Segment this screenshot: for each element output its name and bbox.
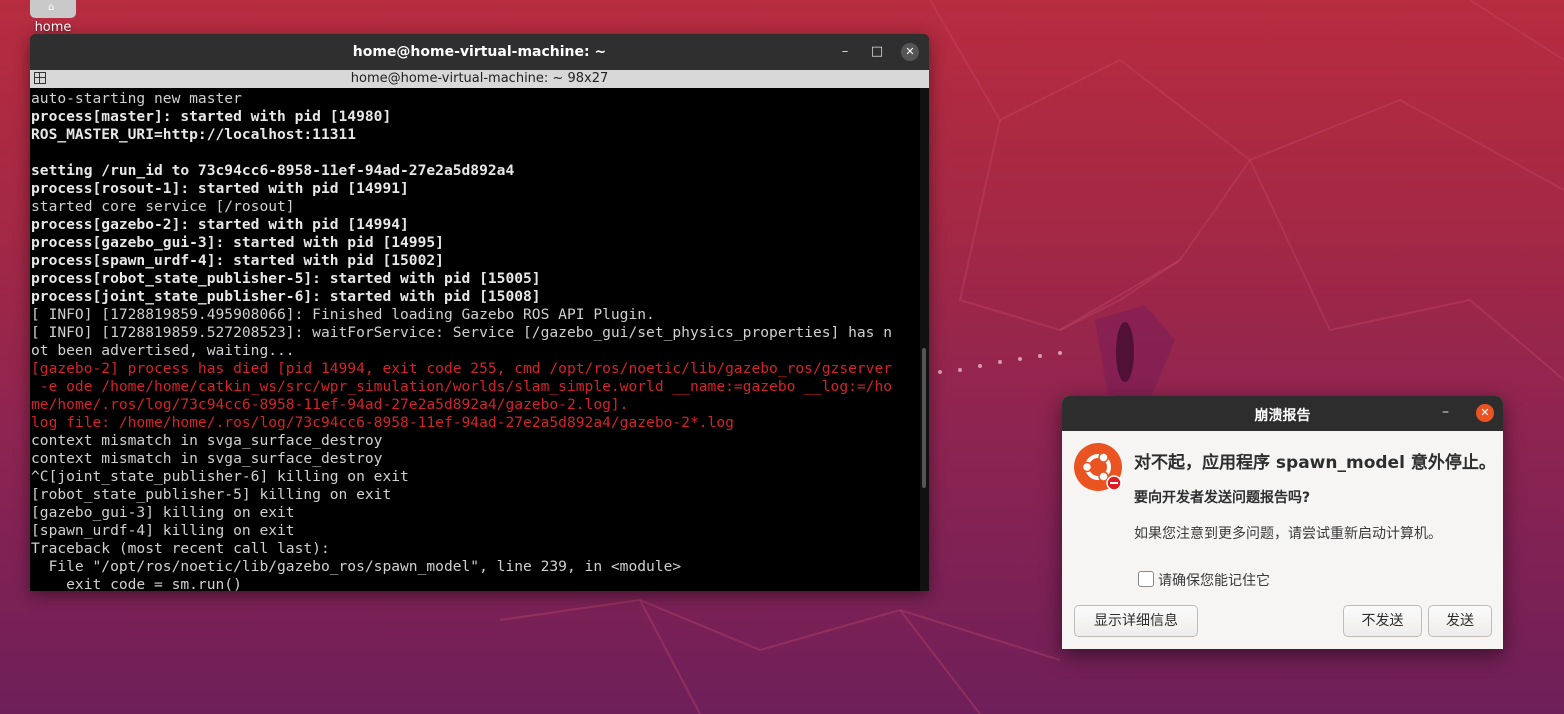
terminal-line: log file: /home/home/.ros/log/73c94cc6-8… [31,414,734,431]
terminal-line: me/home/.ros/log/73c94cc6-8958-11ef-94ad… [31,396,629,413]
terminal-line: [gazebo_gui-3] killing on exit [31,504,295,521]
terminal-line: -e ode /home/home/catkin_ws/src/wpr_simu… [31,378,893,395]
terminal-line: context mismatch in svga_surface_destroy [31,432,383,449]
terminal-line: process[gazebo_gui-3]: started with pid … [31,234,444,251]
terminal-scrollbar[interactable] [920,88,929,591]
terminal-line: auto-starting new master [31,90,242,107]
terminal-output[interactable]: auto-starting new master process[master]:… [30,88,918,591]
dialog-titlebar[interactable]: 崩溃报告 – ✕ [1062,396,1503,431]
terminal-line: process[gazebo-2]: started with pid [149… [31,216,409,233]
remember-checkbox-label[interactable]: 请确保您能记住它 [1158,570,1270,590]
maximize-icon[interactable]: □ [868,43,886,61]
minimize-icon[interactable]: – [836,43,854,61]
terminal-titlebar[interactable]: home@home-virtual-machine: ~ – □ ✕ [30,34,929,70]
terminal-line: ROS_MASTER_URI=http://localhost:11311 [31,126,357,143]
terminal-line: [robot_state_publisher-5] killing on exi… [31,486,392,503]
terminal-line: [gazebo-2] process has died [pid 14994, … [31,360,893,377]
terminal-line: process[rosout-1]: started with pid [149… [31,180,409,197]
home-folder-icon: ⌂ [30,0,76,18]
terminal-line: ot been advertised, waiting... [31,342,295,359]
terminal-line: ^C[joint_state_publisher-6] killing on e… [31,468,409,485]
terminal-line: started core service [/rosout] [31,198,295,215]
terminal-line: process[joint_state_publisher-6]: starte… [31,288,541,305]
terminal-title: home@home-virtual-machine: ~ [352,44,607,60]
close-icon[interactable]: ✕ [1476,404,1494,422]
dont-send-button[interactable]: 不发送 [1343,605,1422,637]
terminal-line: [ INFO] [1728819859.495908066]: Finished… [31,306,655,323]
crash-report-dialog[interactable]: 崩溃报告 – ✕ 对不起，应用程序 spawn_model 意外停止。 要向开发… [1062,396,1503,649]
terminal-size-title: home@home-virtual-machine: ~ 98x27 [350,71,609,86]
desktop-icon-label: home [34,20,72,35]
terminal-line: Traceback (most recent call last): [31,540,330,557]
minimize-icon[interactable]: – [1442,404,1449,420]
terminal-line: [ INFO] [1728819859.527208523]: waitForS… [31,324,893,341]
terminal-line: process[spawn_urdf-4]: started with pid … [31,252,444,269]
terminal-line: [spawn_urdf-4] killing on exit [31,522,295,539]
terminal-window[interactable]: home@home-virtual-machine: ~ – □ ✕ home@… [30,34,929,591]
dialog-hint: 如果您注意到更多问题，请尝试重新启动计算机。 [1134,526,1442,542]
terminal-line: exit_code = sm.run() [31,576,242,591]
scrollbar-thumb[interactable] [922,348,926,488]
terminal-line: File "/opt/ros/noetic/lib/gazebo_ros/spa… [31,558,682,575]
send-button[interactable]: 发送 [1428,605,1492,637]
terminal-line: context mismatch in svga_surface_destroy [31,450,383,467]
dialog-title: 崩溃报告 [1254,408,1311,424]
remember-checkbox[interactable] [1138,571,1154,587]
dialog-heading: 对不起，应用程序 spawn_model 意外停止。 [1134,453,1496,473]
terminal-subtitle-bar: home@home-virtual-machine: ~ 98x27 [30,70,929,88]
close-icon[interactable]: ✕ [901,43,919,61]
dialog-question: 要向开发者发送问题报告吗? [1134,490,1311,506]
show-details-button[interactable]: 显示详细信息 [1074,605,1198,637]
terminal-line: process[master]: started with pid [14980… [31,108,392,125]
terminal-line: process[robot_state_publisher-5]: starte… [31,270,541,287]
ubuntu-logo-icon [1074,443,1122,491]
terminal-line: setting /run_id to 73c94cc6-8958-11ef-94… [31,162,515,179]
